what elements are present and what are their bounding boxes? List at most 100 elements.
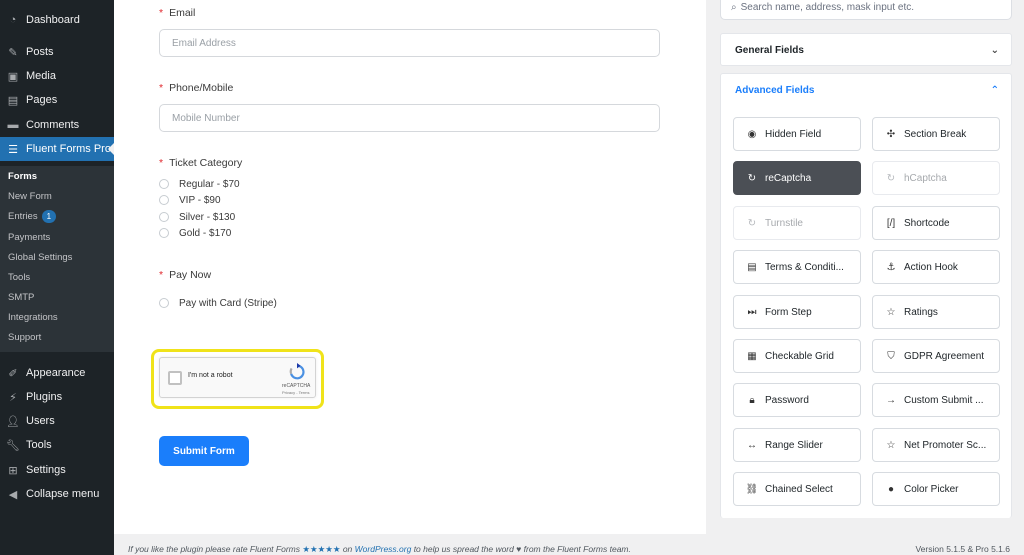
- menu-dashboard[interactable]: ◔ Dashboard: [0, 9, 114, 31]
- field-button-label: Action Hook: [904, 261, 958, 273]
- ticket-option-regular[interactable]: Regular - $70: [159, 177, 240, 191]
- lock-icon: 🔒︎: [749, 394, 755, 406]
- email-field[interactable]: Email Address: [159, 29, 660, 57]
- field-button-shortcode[interactable]: [/] Shortcode: [872, 206, 1000, 240]
- field-button-label: Ratings: [904, 306, 938, 318]
- hcaptcha-icon: ↻: [886, 172, 896, 184]
- menu-posts[interactable]: ✎ Posts: [0, 41, 114, 63]
- field-button-label: Hidden Field: [765, 128, 822, 140]
- grid-icon: ▦: [747, 350, 757, 362]
- submenu-smtp[interactable]: SMTP: [8, 289, 34, 305]
- field-button-checkable-grid[interactable]: ▦ Checkable Grid: [733, 339, 861, 373]
- radio-circle[interactable]: [159, 212, 169, 222]
- field-button-recaptcha[interactable]: ↻ reCaptcha: [733, 161, 861, 195]
- menu-fluent-forms-pro[interactable]: ☰ Fluent Forms Pro: [0, 137, 114, 161]
- field-search-input[interactable]: ⌕ Search name, address, mask input etc.: [720, 0, 1012, 20]
- field-button-ratings[interactable]: ☆ Ratings: [872, 295, 1000, 329]
- field-button-action-hook[interactable]: ⚓ Action Hook: [872, 250, 1000, 284]
- submit-form-button[interactable]: Submit Form: [159, 436, 249, 466]
- submenu-payments[interactable]: Payments: [8, 229, 50, 245]
- field-button-label: Color Picker: [904, 483, 959, 495]
- media-icon: ▣: [7, 70, 19, 83]
- recaptcha-widget: I'm not a robot reCAPTCHA Privacy - Term…: [159, 357, 316, 398]
- fluent-forms-submenu: Forms New Form Entries 1 Payments Global …: [0, 166, 114, 352]
- search-icon: ⌕: [731, 1, 737, 13]
- pay-option-stripe[interactable]: Pay with Card (Stripe): [159, 296, 277, 310]
- menu-settings[interactable]: ⊞ Settings: [0, 459, 114, 481]
- star-icon: ☆: [886, 306, 896, 318]
- submenu-forms[interactable]: Forms: [8, 168, 37, 184]
- field-button-custom-submit[interactable]: → Custom Submit ...: [872, 383, 1000, 417]
- advanced-fields-toggle[interactable]: Advanced Fields ⌃: [721, 74, 1011, 107]
- ticket-option-silver[interactable]: Silver - $130: [159, 210, 235, 224]
- recaptcha-terms[interactable]: Privacy - Terms: [282, 390, 309, 395]
- menu-comments[interactable]: ▬ Comments: [0, 114, 114, 136]
- field-button-label: Range Slider: [765, 439, 823, 451]
- field-button-label: reCaptcha: [765, 172, 812, 184]
- brush-icon: ✐: [8, 367, 18, 380]
- menu-pages[interactable]: ▤ Pages: [0, 89, 114, 111]
- users-icon: 👤︎: [6, 415, 20, 428]
- field-button-turnstile[interactable]: ↻ Turnstile: [733, 206, 861, 240]
- recaptcha-icon: ↻: [747, 172, 757, 184]
- eye-slash-icon: ◉: [747, 128, 757, 140]
- ticket-option-vip[interactable]: VIP - $90: [159, 193, 221, 207]
- menu-appearance[interactable]: ✐ Appearance: [0, 362, 114, 384]
- field-button-range-slider[interactable]: ↔ Range Slider: [733, 428, 861, 462]
- menu-collapse[interactable]: ◀ Collapse menu: [0, 483, 114, 505]
- recaptcha-text: I'm not a robot: [188, 372, 233, 379]
- field-button-password[interactable]: 🔒︎ Password: [733, 383, 861, 417]
- radio-circle[interactable]: [159, 179, 169, 189]
- submenu-support[interactable]: Support: [8, 329, 41, 345]
- submenu-tools[interactable]: Tools: [8, 269, 30, 285]
- radio-circle[interactable]: [159, 195, 169, 205]
- field-button-form-step[interactable]: ⏭ Form Step: [733, 295, 861, 329]
- field-button-net-promoter-sc[interactable]: ☆ Net Promoter Sc...: [872, 428, 1000, 462]
- field-button-label: Terms & Conditi...: [765, 261, 844, 273]
- hook-icon: ⚓: [886, 261, 896, 273]
- rating-stars[interactable]: ★★★★★: [302, 544, 340, 554]
- turnstile-icon: ↻: [747, 217, 757, 229]
- submenu-global-settings[interactable]: Global Settings: [8, 249, 72, 265]
- recaptcha-checkbox[interactable]: [168, 371, 182, 385]
- field-button-hcaptcha[interactable]: ↻ hCaptcha: [872, 161, 1000, 195]
- puzzle-icon: ✣: [886, 128, 896, 140]
- submenu-integrations[interactable]: Integrations: [8, 309, 58, 325]
- recaptcha-brand: reCAPTCHA: [282, 383, 311, 389]
- pages-icon: ▤: [7, 94, 19, 107]
- field-button-terms-conditi[interactable]: ▤ Terms & Conditi...: [733, 250, 861, 284]
- dashboard-icon: ◔: [9, 14, 17, 26]
- field-button-label: Custom Submit ...: [904, 394, 984, 406]
- phone-label: * Phone/Mobile: [159, 82, 234, 94]
- field-button-section-break[interactable]: ✣ Section Break: [872, 117, 1000, 151]
- phone-field[interactable]: Mobile Number: [159, 104, 660, 132]
- chevron-down-icon: ⌄: [990, 45, 999, 56]
- arrow-right-icon: →: [886, 394, 896, 406]
- wordpress-org-link[interactable]: WordPress.org: [355, 544, 412, 554]
- document-icon: ▤: [747, 261, 757, 273]
- radio-circle[interactable]: [159, 298, 169, 308]
- field-button-hidden-field[interactable]: ◉ Hidden Field: [733, 117, 861, 151]
- link-icon: ⛓: [745, 483, 759, 495]
- submenu-new-form[interactable]: New Form: [8, 188, 52, 204]
- forms-icon: ☰: [8, 143, 18, 156]
- field-button-label: Section Break: [904, 128, 967, 140]
- field-button-gdpr-agreement[interactable]: ⛉ GDPR Agreement: [872, 339, 1000, 373]
- submenu-entries[interactable]: Entries 1: [8, 208, 57, 224]
- menu-users[interactable]: 👤︎ Users: [0, 410, 114, 432]
- general-fields-section: General Fields ⌄: [720, 33, 1012, 66]
- menu-tools[interactable]: 🔧︎ Tools: [0, 434, 114, 456]
- plugin-icon: ⚡: [9, 391, 17, 404]
- field-button-color-picker[interactable]: ● Color Picker: [872, 472, 1000, 506]
- entries-count-badge: 1: [41, 209, 57, 223]
- ticket-option-gold[interactable]: Gold - $170: [159, 226, 231, 240]
- star-icon: ☆: [886, 439, 896, 451]
- field-button-chained-select[interactable]: ⛓ Chained Select: [733, 472, 861, 506]
- advanced-fields-section: Advanced Fields ⌃ ◉ Hidden Field ✣ Section B…: [720, 73, 1012, 518]
- general-fields-toggle[interactable]: General Fields ⌄: [721, 34, 1011, 67]
- menu-plugins[interactable]: ⚡ Plugins: [0, 386, 114, 408]
- field-button-label: Net Promoter Sc...: [904, 439, 987, 451]
- menu-media[interactable]: ▣ Media: [0, 65, 114, 87]
- radio-circle[interactable]: [159, 228, 169, 238]
- footer-rating-text: If you like the plugin please rate Fluen…: [128, 544, 631, 554]
